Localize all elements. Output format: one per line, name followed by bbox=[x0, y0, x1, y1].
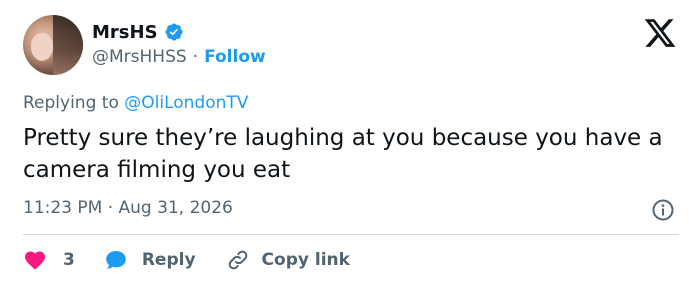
tweet-timestamp[interactable]: 11:23 PM · Aug 31, 2026 bbox=[23, 198, 233, 218]
like-count: 3 bbox=[63, 250, 75, 270]
action-bar: 3 Reply Copy link bbox=[23, 247, 350, 273]
heart-icon bbox=[23, 248, 47, 272]
avatar[interactable] bbox=[23, 15, 83, 75]
reply-button[interactable]: Reply bbox=[104, 248, 196, 272]
divider bbox=[23, 234, 679, 235]
tweet-text: Pretty sure they’re laughing at you beca… bbox=[23, 125, 663, 183]
separator-dot: · bbox=[192, 47, 199, 67]
info-icon[interactable] bbox=[651, 198, 675, 222]
link-icon bbox=[226, 248, 250, 272]
author-display-name[interactable]: MrsHS bbox=[92, 22, 158, 43]
copy-link-label: Copy link bbox=[261, 250, 350, 270]
like-button[interactable]: 3 bbox=[23, 248, 75, 272]
x-logo-icon[interactable] bbox=[643, 16, 677, 50]
author-name-row: MrsHS bbox=[92, 18, 184, 46]
reply-bubble-icon bbox=[104, 248, 128, 272]
tweet-embed-card: MrsHS @MrsHHSS · Follow Replying to @Oli… bbox=[0, 0, 700, 287]
author-handle-row: @MrsHHSS · Follow bbox=[92, 47, 266, 67]
follow-button[interactable]: Follow bbox=[204, 47, 266, 67]
copy-link-button[interactable]: Copy link bbox=[226, 248, 350, 272]
replying-to-line: Replying to @OliLondonTV bbox=[23, 93, 248, 113]
replying-to-prefix: Replying to bbox=[23, 93, 119, 113]
reply-label: Reply bbox=[141, 250, 196, 270]
author-handle[interactable]: @MrsHHSS bbox=[92, 47, 187, 67]
replying-to-handle[interactable]: @OliLondonTV bbox=[124, 93, 248, 113]
verified-badge-icon bbox=[164, 22, 184, 42]
